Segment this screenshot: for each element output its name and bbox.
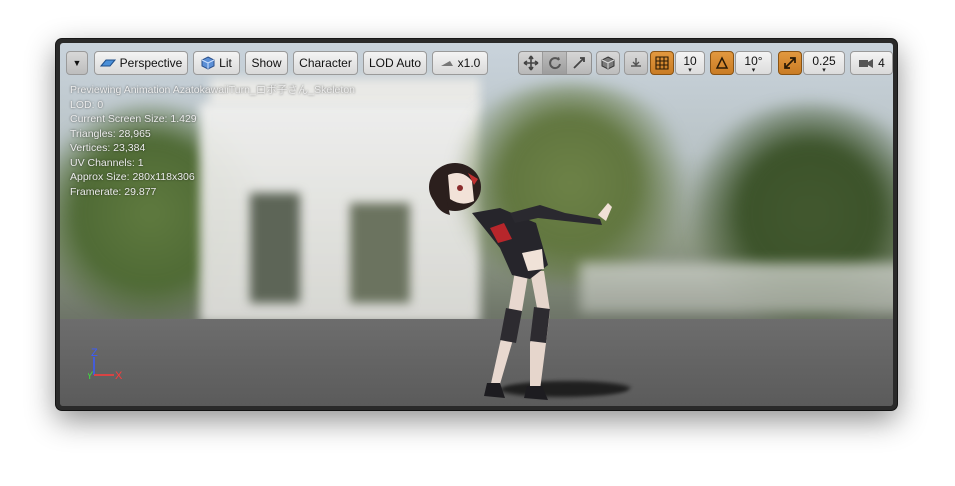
scale-snap-value: 0.25 (812, 54, 836, 68)
viewport-stats-overlay: Previewing Animation AzatokawaiiTurn_ロボ子… (70, 83, 355, 199)
grid-snap-toggle[interactable] (650, 51, 674, 75)
transform-mode-group (518, 51, 592, 75)
playback-speed-button[interactable]: x1.0 (432, 51, 488, 75)
rotation-snap-toggle[interactable] (710, 51, 734, 75)
stats-triangles: Triangles: 28,965 (70, 127, 151, 140)
camera-speed-value: 4 (878, 56, 885, 70)
axis-gizmo: Z Y X (88, 347, 123, 382)
viewport-window: ▼ Perspective Lit Show Character LOD Aut… (56, 39, 897, 410)
perspective-label: Perspective (119, 56, 183, 70)
grid-snap-value-dropdown[interactable]: 10 ▾ (675, 51, 705, 75)
grid-snap-value: 10 (683, 54, 697, 68)
scale-snap-value-dropdown[interactable]: 0.25 ▾ (803, 51, 845, 75)
x-axis-label: X (115, 370, 123, 382)
chevron-down-icon: ▼ (72, 58, 82, 68)
viewport-toolbar: ▼ Perspective Lit Show Character LOD Aut… (66, 51, 893, 77)
options-dropdown-button[interactable]: ▼ (66, 51, 88, 75)
camera-speed-dropdown[interactable]: 4 (850, 51, 893, 75)
rotation-snap-value: 10° (744, 54, 763, 68)
lit-cube-icon (201, 56, 215, 70)
angle-icon (715, 56, 729, 69)
show-button[interactable]: Show (245, 51, 288, 75)
stats-framerate: Framerate: 29.877 (70, 185, 157, 198)
stats-approx-size: Approx Size: 280x118x306 (70, 171, 195, 183)
move-arrows-icon (523, 55, 538, 71)
scale-snap-toggle[interactable] (778, 51, 802, 75)
lit-button[interactable]: Lit (193, 51, 240, 75)
camera-speed-icon (859, 59, 874, 68)
speed-label: x1.0 (457, 56, 481, 70)
chevron-down-icon: ▾ (688, 67, 692, 74)
stats-screen-size: Current Screen Size: 1.429 (70, 113, 197, 125)
stats-previewing: Previewing Animation AzatokawaiiTurn_ロボ子… (70, 84, 355, 96)
chevron-down-icon: ▾ (751, 67, 756, 74)
stats-vertices: Vertices: 23,384 (70, 142, 146, 154)
scale-tool-button[interactable] (567, 52, 591, 74)
surface-snap-icon (631, 58, 641, 67)
stats-uv-channels: UV Channels: 1 (70, 156, 144, 169)
lit-label: Lit (219, 56, 232, 70)
y-axis-label: Y (88, 370, 94, 382)
chevron-down-icon: ▾ (822, 67, 826, 74)
lod-button[interactable]: LOD Auto (363, 51, 427, 75)
world-local-toggle[interactable] (596, 51, 620, 75)
3d-viewport[interactable]: ▼ Perspective Lit Show Character LOD Aut… (60, 43, 893, 406)
z-axis-label: Z (91, 347, 98, 359)
perspective-button[interactable]: Perspective (94, 51, 188, 75)
scale-icon (573, 57, 585, 69)
stats-lod: LOD: 0 (70, 98, 104, 111)
grid-icon (655, 56, 669, 70)
character-button[interactable]: Character (293, 51, 358, 75)
translate-tool-button[interactable] (519, 52, 543, 74)
cube-icon (601, 56, 615, 70)
rotation-snap-value-dropdown[interactable]: 10° ▾ (735, 51, 772, 75)
show-label: Show (251, 56, 282, 70)
rotate-tool-button[interactable] (543, 52, 567, 74)
surface-snap-button[interactable] (624, 51, 648, 75)
rotate-icon (548, 57, 561, 70)
scale-arrow-icon (784, 57, 796, 69)
speed-icon (440, 61, 453, 66)
lod-label: LOD Auto (368, 56, 422, 70)
character-label: Character (299, 56, 352, 70)
perspective-icon (99, 59, 116, 67)
